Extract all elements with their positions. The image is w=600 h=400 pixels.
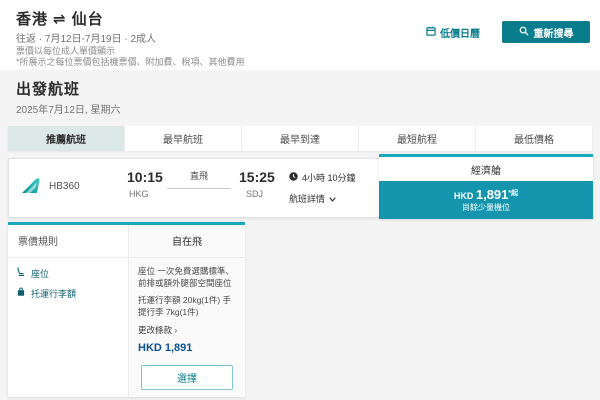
tab-lowest-price[interactable]: 最低價格 bbox=[476, 126, 592, 151]
select-fare-button[interactable]: 選擇 bbox=[141, 365, 233, 390]
departure-time: 10:15 bbox=[127, 169, 163, 185]
chevron-down-icon bbox=[329, 194, 336, 204]
flight-results-page: 香港 ⇌ 仙台 往返 · 7月12日-7月19日 · 2成人 票價以每位成人單價顯示… bbox=[0, 0, 600, 400]
clock-icon bbox=[289, 172, 298, 183]
price-currency: HKD bbox=[453, 191, 474, 201]
change-terms-label: 更改條款 bbox=[138, 324, 173, 335]
flight-result-card: HB360 10:15 HKG 直飛 15:25 SDJ 4小時 10分鐘 航班… bbox=[8, 154, 593, 219]
fare-panel-body: 座位 托運行李額 座位 一次免費選購標準、前排或額外腿部空間座位 托運行李額 2… bbox=[8, 257, 245, 398]
search-again-button[interactable]: 重新搜尋 bbox=[502, 21, 590, 43]
economy-price-box[interactable]: HKD 1,891*起 尚餘少量機位 bbox=[379, 181, 593, 219]
search-summary-header: 香港 ⇌ 仙台 往返 · 7月12日-7月19日 · 2成人 票價以每位成人單價顯示… bbox=[0, 0, 600, 70]
seats-availability: 尚餘少量機位 bbox=[462, 202, 510, 212]
fare-brand-name: 自在飛 bbox=[128, 225, 245, 257]
flight-duration: 4小時 10分鐘 bbox=[289, 171, 356, 184]
chevron-right-icon: › bbox=[174, 324, 178, 335]
seat-detail-text: 座位 一次免費選購標準、前排或額外腿部空間座位 bbox=[138, 265, 234, 288]
fare-total-price: HKD 1,891 bbox=[138, 342, 193, 355]
stops-indicator: 直飛 bbox=[167, 169, 231, 189]
fare-panel-header: 票價規則 自在飛 bbox=[8, 225, 245, 258]
feature-row-baggage: 托運行李額 bbox=[16, 287, 120, 300]
tab-earliest-arrival[interactable]: 最早到達 bbox=[242, 126, 359, 151]
price-amount: 1,891 bbox=[475, 187, 509, 202]
arrival-time: 15:25 bbox=[239, 169, 275, 185]
route-line bbox=[167, 188, 231, 189]
tab-earliest-departure[interactable]: 最早航班 bbox=[125, 126, 242, 151]
stop-type-label: 直飛 bbox=[189, 171, 208, 181]
swap-route-icon: ⇌ bbox=[53, 11, 67, 28]
arrival-airport-code: SDJ bbox=[246, 189, 264, 199]
airline-tail-logo-icon bbox=[21, 177, 43, 199]
fare-brand-details: 座位 一次免費選購標準、前排或額外腿部空間座位 托運行李額 20kg(1件) 手… bbox=[128, 257, 245, 397]
cabin-name: 經濟艙 bbox=[471, 165, 501, 177]
feature-seat-label: 座位 bbox=[31, 268, 50, 279]
flight-duration-label: 4小時 10分鐘 bbox=[302, 173, 356, 183]
low-fare-calendar-link[interactable]: 低價日曆 bbox=[426, 25, 480, 40]
economy-price-tab[interactable]: 經濟艙 HKD 1,891*起 尚餘少量機位 bbox=[379, 154, 593, 219]
search-icon bbox=[519, 26, 529, 39]
baggage-detail-text: 托運行李額 20kg(1件) 手提行李 7kg(1件) bbox=[138, 295, 232, 318]
departing-flights-date: 2025年7月12日, 星期六 bbox=[16, 105, 121, 116]
flight-details-label: 航班詳情 bbox=[289, 194, 326, 204]
price-from-suffix: *起 bbox=[508, 190, 519, 197]
destination-city: 仙台 bbox=[71, 11, 104, 28]
departing-flights-title: 出發航班 bbox=[16, 81, 81, 98]
fare-brand-panel: 票價規則 自在飛 座位 托運行李額 座位 一次免費選購標準、前排或額外腿部空間座… bbox=[8, 222, 245, 397]
origin-city: 香港 bbox=[16, 11, 49, 28]
sort-tabs: 推薦航班 最早航班 最早到達 最短航程 最低價格 bbox=[8, 126, 592, 151]
price-line: HKD 1,891*起 bbox=[454, 187, 518, 203]
search-again-label: 重新搜尋 bbox=[533, 28, 574, 40]
fare-note-line2: *所展示之每位票價包括機票價、附加費、稅項、其他費用 bbox=[16, 57, 245, 67]
flight-details-toggle[interactable]: 航班詳情 bbox=[289, 192, 336, 205]
flight-number: HB360 bbox=[49, 181, 80, 192]
fare-rules-header: 票價規則 bbox=[18, 237, 58, 249]
baggage-icon bbox=[16, 287, 26, 299]
seat-icon bbox=[16, 267, 26, 279]
fare-feature-list: 座位 托運行李額 bbox=[8, 258, 128, 398]
feature-baggage-label: 托運行李額 bbox=[31, 288, 77, 299]
change-terms-link[interactable]: 更改條款 › bbox=[138, 324, 236, 336]
tab-shortest-duration[interactable]: 最短航程 bbox=[359, 126, 476, 151]
tab-recommended[interactable]: 推薦航班 bbox=[8, 126, 125, 151]
calendar-icon bbox=[426, 26, 436, 39]
trip-summary: 往返 · 7月12日-7月19日 · 2成人 bbox=[16, 34, 157, 45]
route-title: 香港 ⇌ 仙台 bbox=[16, 8, 104, 29]
departure-airport-code: HKG bbox=[129, 189, 149, 199]
feature-row-seat: 座位 bbox=[16, 267, 120, 280]
low-fare-calendar-label: 低價日曆 bbox=[440, 28, 480, 40]
